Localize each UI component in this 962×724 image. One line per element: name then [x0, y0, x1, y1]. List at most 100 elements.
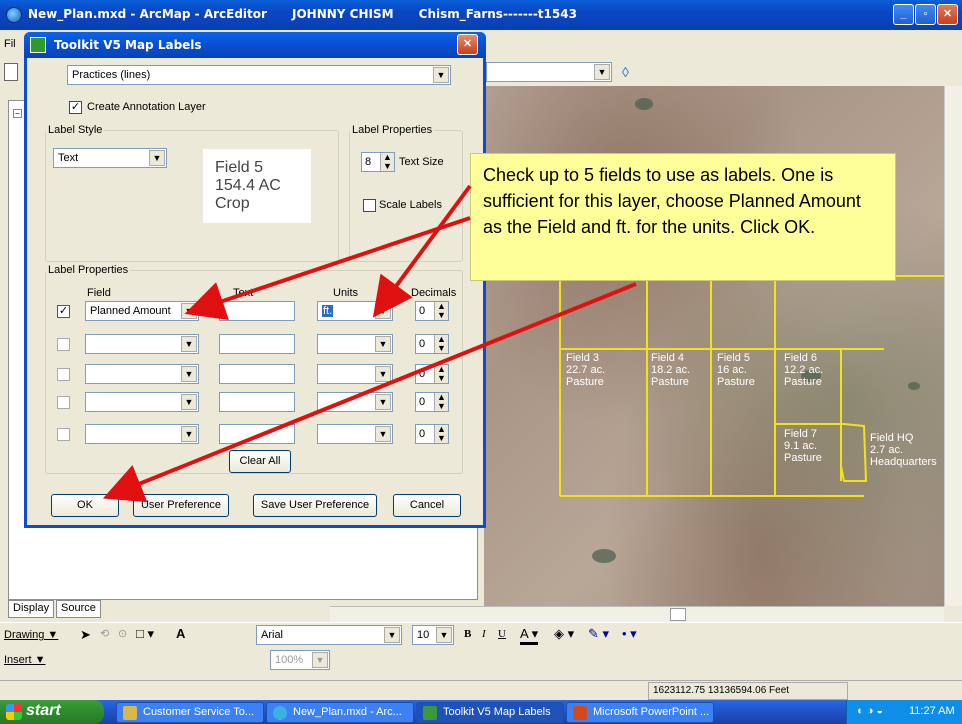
preview-line: Crop: [215, 195, 250, 212]
spin-arrows-icon[interactable]: ▲ ▼: [434, 425, 448, 443]
spin-arrows-icon[interactable]: ▲ ▼: [380, 153, 394, 171]
taskbar-item-customer-service[interactable]: Customer Service To...: [116, 702, 264, 723]
spin-arrows-icon[interactable]: ▲ ▼: [434, 393, 448, 411]
layer-select[interactable]: Practices (lines) ▼: [67, 65, 451, 85]
taskbar-item-arcmap[interactable]: New_Plan.mxd - Arc...: [266, 702, 414, 723]
minimize-button[interactable]: _: [893, 4, 914, 25]
col-units: Units: [333, 287, 359, 299]
field-select[interactable]: ▼: [85, 424, 199, 444]
map-vertical-scrollbar[interactable]: [944, 86, 962, 606]
decimals-spinner[interactable]: 0 ▲ ▼: [415, 364, 449, 384]
dialog-title: Toolkit V5 Map Labels: [54, 38, 202, 52]
row-checkbox[interactable]: [57, 368, 70, 381]
clear-all-button[interactable]: Clear All: [229, 450, 291, 473]
chevron-down-icon: ▼: [181, 394, 197, 410]
units-select[interactable]: ▼: [317, 424, 393, 444]
ok-button[interactable]: OK: [51, 494, 119, 517]
map-label-field3: Field 3 22.7 ac. Pasture: [566, 352, 606, 388]
label-style-select[interactable]: Text ▼: [53, 148, 167, 168]
units-select[interactable]: ft. ▼: [317, 301, 393, 321]
field-select[interactable]: ▼: [85, 392, 199, 412]
text-input[interactable]: [219, 301, 295, 321]
app-icon: [123, 706, 137, 720]
taskbar-item-toolkit[interactable]: Toolkit V5 Map Labels: [416, 702, 564, 723]
field-select[interactable]: ▼: [85, 364, 199, 384]
user-preference-button[interactable]: User Preference: [133, 494, 229, 517]
decimals-spinner[interactable]: 0 ▲ ▼: [415, 424, 449, 444]
status-bar: 1623112.75 13136594.06 Feet: [0, 680, 962, 700]
underline-button[interactable]: U: [498, 628, 506, 640]
font-color-icon[interactable]: A ▾: [520, 626, 539, 645]
save-user-preference-button[interactable]: Save User Preference: [253, 494, 377, 517]
map-horizontal-scrollbar[interactable]: [330, 606, 944, 622]
label-properties-legend: Label Properties: [352, 124, 433, 136]
spin-arrows-icon[interactable]: ▲ ▼: [434, 365, 448, 383]
row-checkbox[interactable]: ✓: [57, 305, 70, 318]
tab-display[interactable]: Display: [8, 600, 55, 618]
create-annotation-checkbox[interactable]: ✓: [69, 101, 82, 114]
decimals-spinner[interactable]: 0 ▲ ▼: [415, 301, 449, 321]
scale-labels-checkbox[interactable]: [363, 199, 376, 212]
tray-icons[interactable]: ◐ ◑ ◒: [857, 705, 883, 717]
label-preview: Field 5 154.4 AC Crop: [203, 149, 311, 223]
chevron-down-icon: ▼: [384, 627, 400, 643]
text-input[interactable]: [219, 334, 295, 354]
row-checkbox[interactable]: [57, 428, 70, 441]
marker-color-icon[interactable]: • ▾: [622, 626, 637, 642]
italic-button[interactable]: I: [482, 628, 486, 640]
coordinates-readout: 1623112.75 13136594.06 Feet: [648, 682, 848, 700]
bold-button[interactable]: B: [464, 628, 471, 640]
text-input[interactable]: [219, 424, 295, 444]
start-label: start: [26, 702, 61, 719]
toolkit-icon: [30, 37, 46, 53]
text-size-spinner[interactable]: 8 ▲ ▼: [361, 152, 395, 172]
rotate-icon[interactable]: ⟲: [100, 627, 109, 640]
drawing-menu[interactable]: Drawing ▼: [4, 629, 58, 641]
taskbar-item-powerpoint[interactable]: Microsoft PowerPoint ...: [566, 702, 714, 723]
scale-combo[interactable]: ▼: [486, 62, 612, 82]
editor-droplet-icon[interactable]: ◊: [622, 64, 640, 82]
units-select[interactable]: ▼: [317, 364, 393, 384]
row-checkbox[interactable]: [57, 396, 70, 409]
collapse-icon[interactable]: −: [13, 109, 22, 118]
dialog-title-bar[interactable]: Toolkit V5 Map Labels ✕: [24, 32, 486, 58]
clock: 11:27 AM: [909, 705, 955, 717]
dialog-close-button[interactable]: ✕: [457, 34, 478, 55]
cancel-button[interactable]: Cancel: [393, 494, 461, 517]
zoom-tool-icon[interactable]: ⊙: [118, 627, 127, 640]
line-color-icon[interactable]: ✎ ▾: [588, 626, 609, 642]
font-size-combo[interactable]: 10 ▼: [412, 625, 454, 645]
start-button[interactable]: start: [0, 700, 104, 724]
text-tool-icon[interactable]: A: [176, 626, 185, 641]
label-properties-top-group: Label Properties: [349, 124, 463, 262]
restore-button[interactable]: ▫: [915, 4, 936, 25]
close-button[interactable]: ✕: [937, 4, 958, 25]
select-arrow-icon[interactable]: ➤: [80, 627, 91, 643]
field-select[interactable]: Planned Amount ▼: [85, 301, 199, 321]
decimals-spinner[interactable]: 0 ▲ ▼: [415, 334, 449, 354]
rectangle-icon[interactable]: □ ▾: [136, 626, 154, 642]
scroll-thumb[interactable]: [670, 608, 686, 621]
chevron-down-icon: ▼: [375, 394, 391, 410]
menu-file[interactable]: Fil: [4, 38, 16, 50]
insert-menu[interactable]: Insert ▼: [4, 654, 45, 666]
new-document-button[interactable]: [4, 63, 18, 81]
zoom-combo[interactable]: 100% ▼: [270, 650, 330, 670]
units-select[interactable]: ▼: [317, 392, 393, 412]
tab-source[interactable]: Source: [56, 600, 101, 618]
map-label-field-hq: Field HQ 2.7 ac. Headquarters: [870, 432, 937, 468]
spin-arrows-icon[interactable]: ▲ ▼: [434, 335, 448, 353]
field-select[interactable]: ▼: [85, 334, 199, 354]
text-input[interactable]: [219, 392, 295, 412]
col-field: Field: [87, 287, 111, 299]
map-label-field4: Field 4 18.2 ac. Pasture: [651, 352, 691, 388]
row-checkbox[interactable]: [57, 338, 70, 351]
spin-arrows-icon[interactable]: ▲ ▼: [434, 302, 448, 320]
decimals-spinner[interactable]: 0 ▲ ▼: [415, 392, 449, 412]
text-input[interactable]: [219, 364, 295, 384]
fill-color-icon[interactable]: ◈ ▾: [554, 626, 574, 642]
font-combo[interactable]: Arial ▼: [256, 625, 402, 645]
map-labels-dialog: Practices (lines) ▼ ✓ Create Annotation L…: [24, 32, 486, 528]
units-select[interactable]: ▼: [317, 334, 393, 354]
chevron-down-icon: ▼: [312, 652, 328, 668]
